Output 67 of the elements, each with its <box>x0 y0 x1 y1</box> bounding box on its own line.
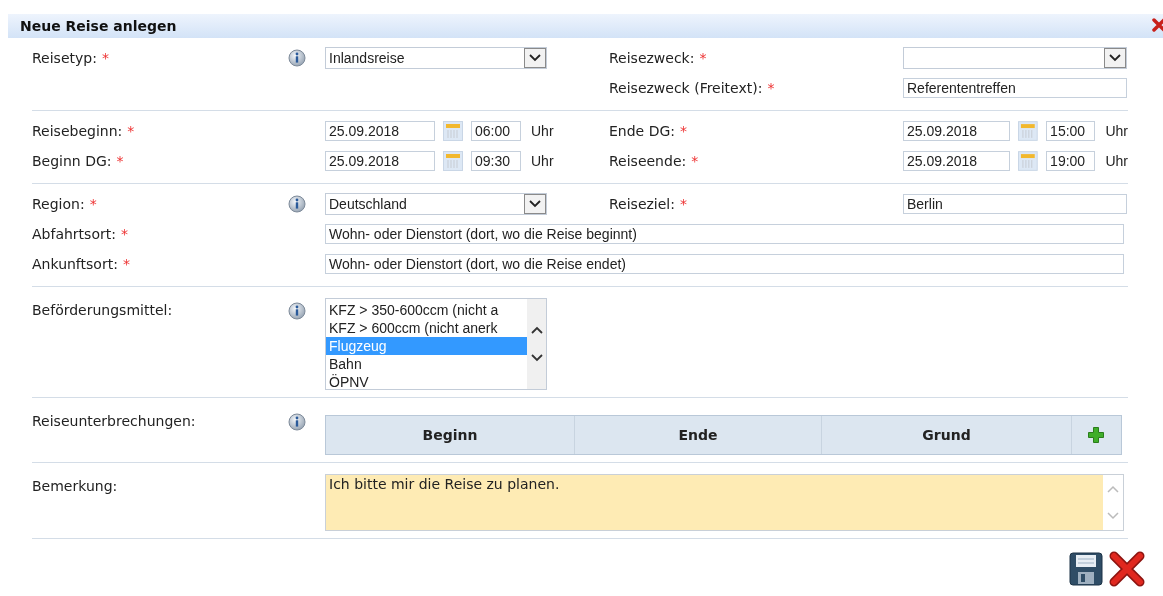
column-header: Ende <box>575 416 822 454</box>
list-option[interactable]: KFZ > 600ccm (nicht anerk <box>326 319 527 337</box>
field-label: Reisebeginn: <box>32 123 123 139</box>
time-field[interactable]: 09:30 <box>471 151 521 171</box>
list-option[interactable]: Bahn <box>326 355 527 373</box>
scroll-bar[interactable] <box>527 299 546 389</box>
chevron-down-icon[interactable] <box>529 353 544 363</box>
time-field[interactable]: 15:00 <box>1046 121 1096 141</box>
comment-text: Ich bitte mir die Reise zu planen. <box>328 475 561 494</box>
required-mark: * <box>679 196 687 212</box>
date-field[interactable]: 25.09.2018 <box>903 151 1011 171</box>
field-label: Reisezweck: <box>609 50 695 66</box>
cancel-icon[interactable] <box>1109 551 1145 587</box>
dropdown[interactable]: Inlandsreise <box>325 47 547 69</box>
field-label: Ankunftsort: <box>32 256 118 272</box>
date-field[interactable]: 25.09.2018 <box>325 151 435 171</box>
chevron-down-icon[interactable] <box>524 48 546 68</box>
dialog-title: Neue Reise anlegen <box>20 18 177 34</box>
field-label: Abfahrtsort: <box>32 226 116 242</box>
info-icon[interactable] <box>288 49 306 67</box>
list-option[interactable]: ÖPNV <box>326 373 527 389</box>
field-label: Beginn DG: <box>32 153 112 169</box>
field-label: Reisetyp: <box>32 50 97 66</box>
field-label: Beförderungsmittel: <box>32 302 173 318</box>
field-label: Ende DG: <box>609 123 675 139</box>
text-field[interactable]: Berlin <box>903 194 1127 214</box>
required-mark: * <box>127 123 135 139</box>
field-label: Reisezweck (Freitext): <box>609 80 763 96</box>
date-field[interactable]: 25.09.2018 <box>903 121 1011 141</box>
unit-label: Uhr <box>531 123 554 139</box>
field-label: Reiseunterbrechungen: <box>32 413 196 429</box>
field-label: Region: <box>32 196 85 212</box>
dropdown[interactable]: Deutschland <box>325 193 547 215</box>
info-icon[interactable] <box>288 413 306 431</box>
time-field[interactable]: 19:00 <box>1046 151 1096 171</box>
unit-label: Uhr <box>531 153 554 169</box>
chevron-up-icon[interactable] <box>529 325 544 335</box>
required-mark: * <box>116 153 124 169</box>
field-label: Bemerkung: <box>32 478 118 494</box>
info-icon[interactable] <box>288 302 306 320</box>
required-mark: * <box>699 50 707 66</box>
column-header: Grund <box>822 416 1072 454</box>
text-field[interactable]: Wohn- oder Dienstort (dort, wo die Reise beginnt) <box>325 224 1124 244</box>
field-label: Reiseziel: <box>609 196 675 212</box>
plus-icon[interactable] <box>1087 426 1105 444</box>
unit-label: Uhr <box>1105 123 1128 139</box>
text-field[interactable]: Referententreffen <box>903 78 1127 98</box>
required-mark: * <box>122 256 130 272</box>
required-mark: * <box>120 226 128 242</box>
required-mark: * <box>680 123 687 139</box>
close-icon[interactable] <box>1152 18 1163 32</box>
required-mark: * <box>767 80 775 96</box>
required-mark: * <box>89 196 97 212</box>
unit-label: Uhr <box>1105 153 1128 169</box>
time-field[interactable]: 06:00 <box>471 121 521 141</box>
chevron-down-icon[interactable] <box>524 194 546 214</box>
list-option[interactable]: KFZ > 350-600ccm (nicht a <box>326 301 527 319</box>
chevron-down-icon[interactable] <box>1104 48 1126 68</box>
required-mark: * <box>101 50 109 66</box>
list-box[interactable]: KFZ > 350-600ccm (nicht a KFZ > 600ccm (nicht anerk Flugzeug Bahn ÖPNV <box>325 298 547 390</box>
text-field[interactable]: Wohn- oder Dienstort (dort, wo die Reise endet) <box>325 254 1124 274</box>
field-label: Reiseende: <box>609 153 687 169</box>
required-mark: * <box>691 153 699 169</box>
date-field[interactable]: 25.09.2018 <box>325 121 435 141</box>
column-header: Beginn <box>326 416 575 454</box>
info-icon[interactable] <box>288 195 306 213</box>
save-icon[interactable] <box>1069 552 1103 586</box>
